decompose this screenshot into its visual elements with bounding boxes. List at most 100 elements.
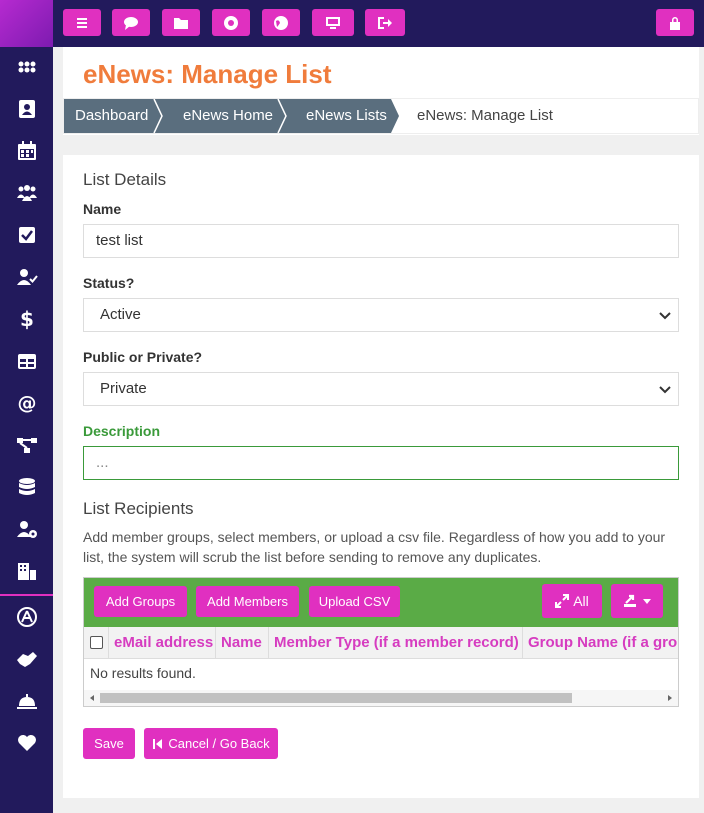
- top-bar: [0, 0, 704, 47]
- back-icon: [153, 738, 163, 749]
- chevron-down-icon: [659, 312, 671, 320]
- sidebar-item-billing[interactable]: $: [0, 299, 53, 339]
- sidebar-item-partners[interactable]: [0, 639, 53, 679]
- save-button[interactable]: Save: [83, 728, 135, 759]
- scrollbar-thumb[interactable]: [100, 693, 572, 703]
- page-header: eNews: Manage List Dashboard eNews Home …: [63, 47, 699, 135]
- expand-all-label: All: [573, 593, 589, 609]
- lock-button[interactable]: [656, 9, 694, 36]
- breadcrumb-enews-lists[interactable]: eNews Lists: [306, 99, 387, 133]
- globe-icon: [274, 15, 288, 30]
- upload-csv-button[interactable]: Upload CSV: [309, 586, 400, 617]
- sidebar-item-apps[interactable]: [0, 597, 53, 637]
- status-label: Status?: [83, 275, 135, 291]
- cancel-label: Cancel / Go Back: [168, 736, 270, 751]
- at-icon: @: [17, 392, 36, 414]
- sidebar-item-table[interactable]: [0, 341, 53, 381]
- sidebar-item-dashboard[interactable]: [0, 47, 53, 87]
- column-member-type[interactable]: Member Type (if a member record): [268, 627, 519, 658]
- sidebar-item-database[interactable]: [0, 467, 53, 507]
- expand-all-button[interactable]: All: [542, 584, 602, 618]
- app-store-icon: [16, 607, 37, 627]
- lock-icon: [670, 16, 680, 30]
- description-label: Description: [83, 423, 161, 439]
- add-members-button[interactable]: Add Members: [196, 586, 299, 617]
- lifebuoy-icon: [224, 15, 238, 30]
- breadcrumb-current: eNews: Manage List: [417, 107, 553, 124]
- menu-icon: [77, 17, 87, 28]
- dollar-icon: $: [20, 308, 34, 330]
- status-value: Active: [100, 306, 141, 323]
- sidebar-item-members[interactable]: [0, 173, 53, 213]
- user-gear-icon: [16, 521, 37, 538]
- sign-out-icon: [378, 16, 392, 29]
- bell-icon: [16, 694, 37, 709]
- sidebar-divider: [0, 594, 53, 596]
- expand-icon: [555, 594, 570, 608]
- recipients-grid: Add Groups Add Members Upload CSV All eM…: [83, 577, 679, 707]
- grid-empty-message: No results found.: [90, 665, 196, 681]
- list-details-heading: List Details: [83, 170, 167, 189]
- column-group-name[interactable]: Group Name (if a grou: [522, 627, 678, 658]
- sidebar-item-organizations[interactable]: [0, 551, 53, 591]
- sidebar-item-user-settings[interactable]: [0, 509, 53, 549]
- support-button[interactable]: [212, 9, 250, 36]
- chat-button[interactable]: [112, 9, 150, 36]
- breadcrumb-dashboard[interactable]: Dashboard: [75, 99, 148, 133]
- sidebar-item-user-check[interactable]: [0, 257, 53, 297]
- sidebar-item-workflow[interactable]: [0, 425, 53, 465]
- select-all-checkbox[interactable]: [90, 636, 103, 649]
- sidebar-item-service[interactable]: [0, 681, 53, 721]
- visibility-value: Private: [100, 380, 147, 397]
- horizontal-scrollbar[interactable]: [84, 690, 678, 706]
- menu-button[interactable]: [63, 9, 101, 36]
- contact-card-icon: [18, 100, 35, 118]
- brand-block: [0, 0, 53, 47]
- user-check-icon: [16, 269, 38, 285]
- svg-text:@: @: [17, 392, 36, 414]
- folder-icon: [174, 17, 188, 29]
- chevron-down-icon: [659, 386, 671, 394]
- scroll-right-icon[interactable]: [666, 694, 674, 702]
- visibility-select[interactable]: Private: [83, 372, 679, 406]
- export-icon: [623, 594, 636, 607]
- database-icon: [18, 478, 35, 495]
- breadcrumb: Dashboard eNews Home eNews Lists eNews: …: [63, 98, 699, 134]
- handshake-icon: [16, 652, 37, 667]
- checkbox-icon: [18, 227, 35, 243]
- cancel-button[interactable]: Cancel / Go Back: [144, 728, 278, 759]
- heart-icon: [17, 735, 36, 751]
- grid-toolbar: Add Groups Add Members Upload CSV All: [84, 578, 678, 627]
- table-icon: [17, 354, 36, 369]
- sidebar: $ @: [0, 47, 53, 813]
- globe-button[interactable]: [262, 9, 300, 36]
- breadcrumb-enews-home[interactable]: eNews Home: [183, 99, 273, 133]
- svg-text:$: $: [20, 308, 34, 330]
- monitor-icon: [326, 16, 340, 29]
- sidebar-item-contacts[interactable]: [0, 89, 53, 129]
- description-input[interactable]: ...: [83, 446, 679, 480]
- sidebar-item-tasks[interactable]: [0, 215, 53, 255]
- list-recipients-heading: List Recipients: [83, 499, 194, 518]
- grid-header-row: eMail address Name Member Type (if a mem…: [84, 627, 678, 659]
- sidebar-item-calendar[interactable]: [0, 131, 53, 171]
- add-groups-button[interactable]: Add Groups: [94, 586, 187, 617]
- monitor-button[interactable]: [312, 9, 354, 36]
- sidebar-item-email[interactable]: @: [0, 383, 53, 423]
- calendar-icon: [17, 141, 36, 160]
- chat-icon: [124, 16, 138, 30]
- page-title: eNews: Manage List: [83, 59, 332, 89]
- export-button[interactable]: [611, 584, 663, 618]
- sign-out-button[interactable]: [365, 9, 405, 36]
- visibility-label: Public or Private?: [83, 349, 203, 365]
- grid-icon: [18, 61, 35, 73]
- sidebar-item-favorites[interactable]: [0, 723, 53, 763]
- column-name[interactable]: Name: [215, 627, 262, 658]
- flow-icon: [16, 438, 37, 453]
- status-select[interactable]: Active: [83, 298, 679, 332]
- column-email[interactable]: eMail address: [108, 627, 213, 658]
- folder-button[interactable]: [162, 9, 200, 36]
- name-input[interactable]: test list: [83, 224, 679, 258]
- building-icon: [17, 563, 36, 580]
- scroll-left-icon[interactable]: [88, 694, 96, 702]
